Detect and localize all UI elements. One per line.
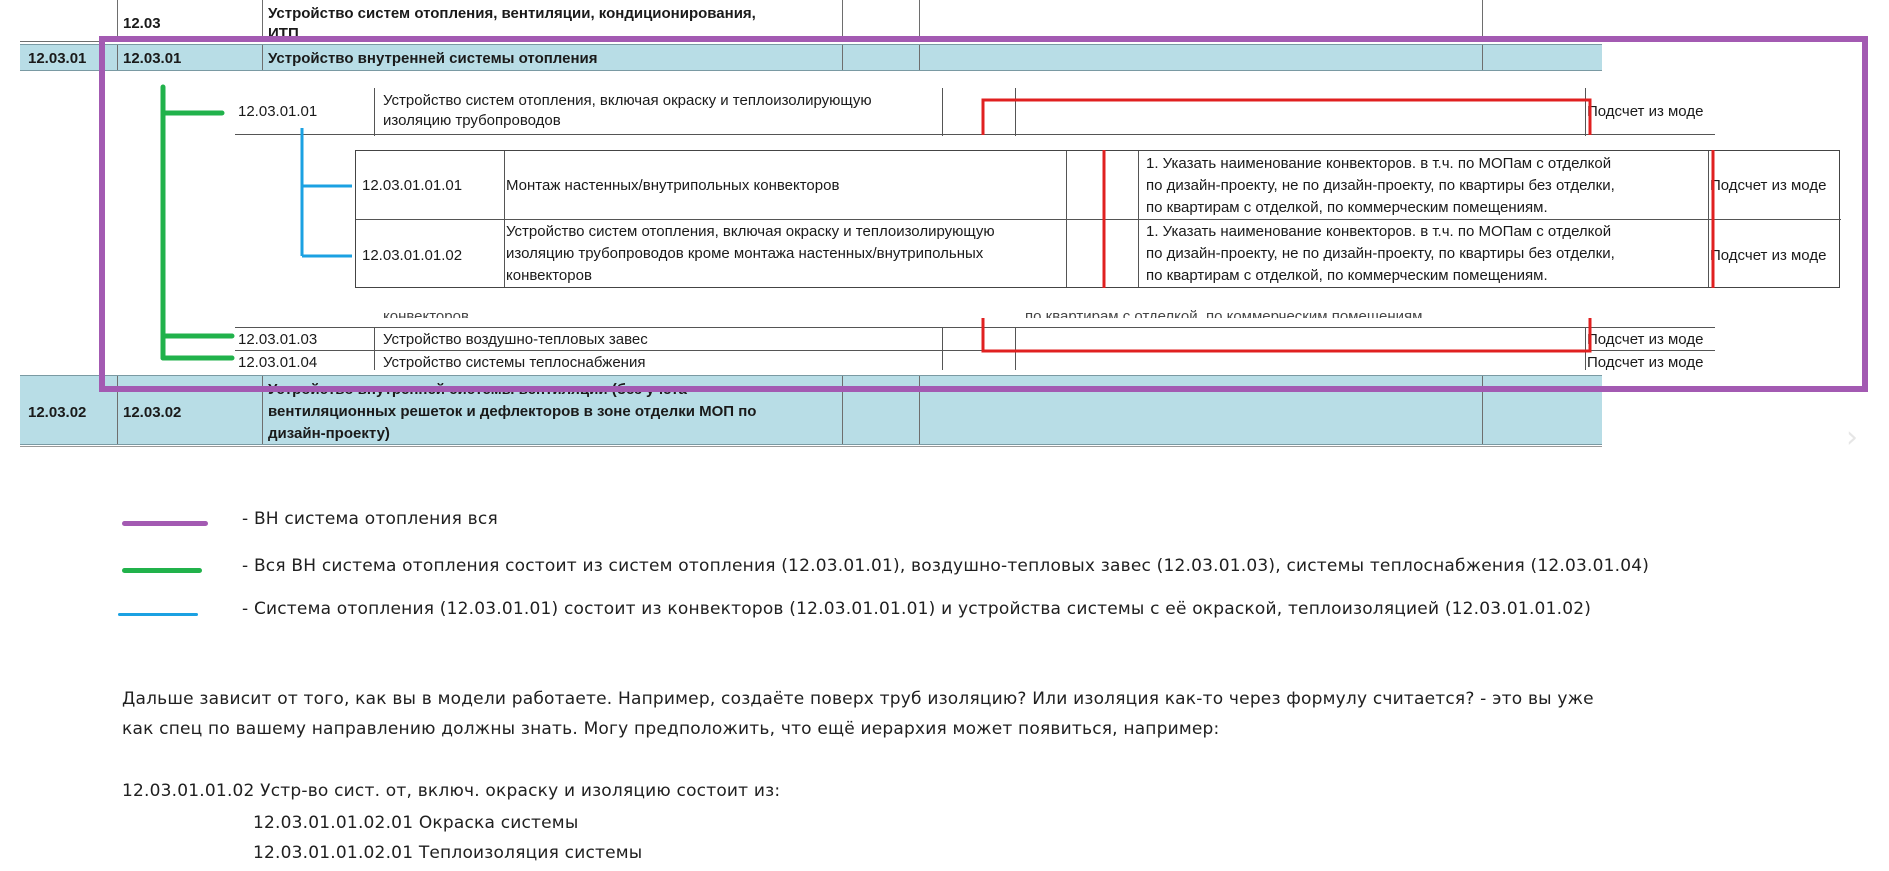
legend-swatch-purple: [122, 521, 208, 526]
legend-text: - Вся ВН система отопления состоит из си…: [242, 556, 1650, 576]
notes-paragraph-line1: Дальше зависит от того, как вы в модели …: [122, 689, 1594, 709]
notes: Дальше зависит от того, как вы в модели …: [0, 680, 1889, 871]
next-arrow-icon[interactable]: ›: [1846, 420, 1858, 455]
annotation-overlay: [99, 36, 1868, 392]
legend-item-green: - Вся ВН система отопления состоит из си…: [0, 552, 1889, 582]
legend-item-purple: - ВН система отопления вся: [0, 505, 1889, 535]
legend-text: - Система отопления (12.03.01.01) состои…: [242, 599, 1592, 619]
blue-tree-connector: [300, 128, 352, 258]
hierarchy-child: 12.03.01.01.02.01 Окраска системы: [253, 813, 579, 833]
notes-paragraph-line2: как спец по вашему направлению должны зн…: [122, 719, 1220, 739]
hierarchy-child: 12.03.01.01.02.01 Теплоизоляция системы: [253, 843, 643, 863]
hierarchy-parent: 12.03.01.01.02 Устр-во сист. от, включ. …: [122, 781, 781, 801]
legend: - ВН система отопления вся - Вся ВН сист…: [0, 505, 1889, 635]
green-tree-connector: [160, 84, 235, 361]
legend-item-blue: - Система отопления (12.03.01.01) состои…: [0, 595, 1889, 625]
red-column-markers: [981, 98, 1715, 353]
legend-swatch-blue: [118, 613, 198, 616]
legend-swatch-green: [122, 568, 202, 573]
legend-text: - ВН система отопления вся: [242, 509, 498, 529]
